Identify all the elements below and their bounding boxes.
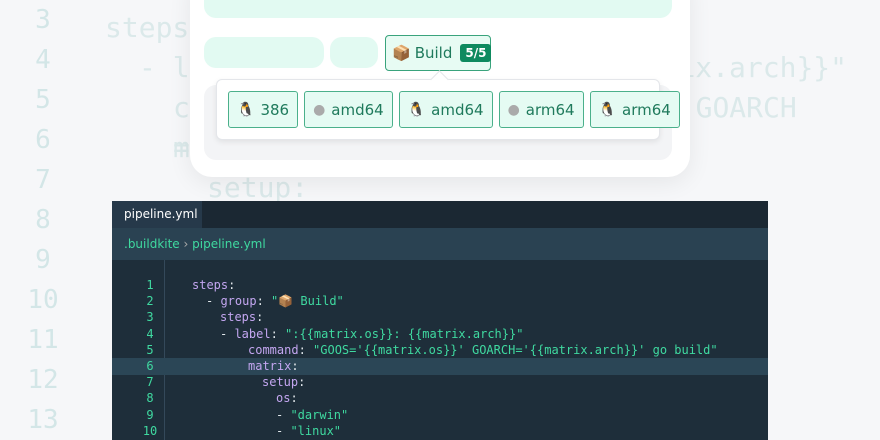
group-label: Build bbox=[414, 44, 453, 62]
matrix-job-darwin-amd64[interactable]: ● amd64 bbox=[304, 91, 393, 128]
line-number: 3 bbox=[146, 310, 154, 325]
code-line: 1 steps: bbox=[112, 277, 768, 294]
bg-line-number: 11 bbox=[27, 325, 59, 355]
yaml-value: "darwin" bbox=[290, 407, 349, 422]
placeholder-step bbox=[204, 37, 324, 68]
code-text: - "darwin" bbox=[276, 407, 349, 422]
code-editor: pipeline.yml .buildkite › pipeline.yml 1… bbox=[112, 201, 768, 440]
line-number: 10 bbox=[142, 423, 158, 438]
job-label: amd64 bbox=[331, 100, 384, 119]
code-text: - "linux" bbox=[276, 423, 342, 438]
code-line: 10 - "linux" bbox=[112, 423, 768, 440]
placeholder-step bbox=[330, 37, 378, 68]
line-number: 1 bbox=[146, 278, 154, 292]
line-number: 4 bbox=[146, 326, 154, 341]
bg-line-number: 8 bbox=[35, 205, 51, 235]
breadcrumb: .buildkite › pipeline.yml bbox=[112, 228, 768, 260]
code-text: setup: bbox=[262, 375, 313, 390]
matrix-job-linux-386[interactable]: 🐧 386 bbox=[228, 91, 299, 128]
code-text: steps: bbox=[220, 310, 271, 325]
line-number: 8 bbox=[146, 391, 154, 406]
bg-line-number: 4 bbox=[35, 45, 51, 75]
code-text: os: bbox=[276, 391, 305, 406]
line-number: 9 bbox=[146, 407, 154, 422]
matrix-job-linux-arm64[interactable]: 🐧 arm64 bbox=[589, 91, 680, 128]
pipeline-card: 📦 Build 5/5 🐧 386 ● amd64 🐧 amd64 ● arm64 🐧 arm64 bbox=[190, 0, 690, 177]
yaml-key: setup bbox=[262, 375, 299, 390]
bg-line-number: 3 bbox=[35, 5, 51, 35]
yaml-value: ":{{matrix.os}}: {{matrix.arch}}" bbox=[285, 326, 524, 341]
matrix-job-darwin-arm64[interactable]: ● arm64 bbox=[498, 91, 584, 128]
job-label: arm64 bbox=[622, 100, 671, 119]
yaml-key: command bbox=[248, 342, 299, 357]
code-line: 6 matrix: bbox=[112, 358, 768, 375]
code-line: 4 - label: ":{{matrix.os}}: {{matrix.arch… bbox=[112, 326, 768, 343]
code-line: 3 steps: bbox=[112, 309, 768, 326]
matrix-job-linux-amd64[interactable]: 🐧 amd64 bbox=[398, 91, 493, 128]
breadcrumb-folder[interactable]: .buildkite bbox=[124, 237, 180, 251]
bg-line-number: 12 bbox=[27, 365, 59, 395]
placeholder-step bbox=[204, 0, 672, 18]
bg-line-number: 10 bbox=[27, 285, 59, 315]
linux-icon: 🐧 bbox=[237, 101, 255, 118]
line-number: 5 bbox=[146, 342, 154, 357]
linux-icon: 🐧 bbox=[598, 101, 617, 118]
code-text: command: "GOOS='{{matrix.os}}' GOARCH='{… bbox=[248, 342, 718, 357]
bg-line-number: 13 bbox=[27, 405, 59, 435]
job-label: arm64 bbox=[525, 100, 575, 119]
line-number: 6 bbox=[146, 359, 154, 373]
yaml-value: "GOOS='{{matrix.os}}' GOARCH='{{matrix.a… bbox=[313, 342, 718, 357]
package-icon: 📦 bbox=[392, 44, 411, 62]
job-label: 386 bbox=[260, 100, 290, 119]
line-number: 7 bbox=[146, 375, 154, 390]
yaml-value: "📦 Build" bbox=[271, 294, 344, 309]
code-line: 8 os: bbox=[112, 390, 768, 407]
yaml-key: os bbox=[276, 391, 291, 406]
bg-line-number: 5 bbox=[35, 85, 51, 115]
bg-line-number: 7 bbox=[35, 165, 51, 195]
yaml-key: matrix bbox=[248, 359, 292, 373]
breadcrumb-separator: › bbox=[179, 237, 193, 251]
yaml-key: group bbox=[220, 294, 257, 309]
job-count-badge: 5/5 bbox=[460, 44, 492, 62]
code-text: - group: "📦 Build" bbox=[206, 294, 344, 309]
build-group-button[interactable]: 📦 Build 5/5 bbox=[385, 35, 492, 71]
bg-line-number: 9 bbox=[35, 245, 51, 275]
breadcrumb-file[interactable]: pipeline.yml bbox=[192, 237, 266, 251]
yaml-key: label bbox=[234, 326, 271, 341]
code-line: 5 command: "GOOS='{{matrix.os}}' GOARCH='… bbox=[112, 342, 768, 359]
apple-icon: ● bbox=[507, 101, 520, 118]
code-line: 7 setup: bbox=[112, 374, 768, 391]
line-number: 2 bbox=[146, 294, 154, 309]
tab-pipeline-yml[interactable]: pipeline.yml bbox=[112, 201, 202, 228]
bg-line-number: 6 bbox=[35, 125, 51, 155]
code-text: steps: bbox=[192, 278, 243, 292]
matrix-jobs-popover: 🐧 386 ● amd64 🐧 amd64 ● arm64 🐧 arm64 bbox=[216, 79, 680, 140]
apple-icon: ● bbox=[313, 101, 326, 118]
yaml-key: steps bbox=[220, 310, 257, 325]
yaml-value: "linux" bbox=[290, 423, 342, 438]
code-text: - label: ":{{matrix.os}}: {{matrix.arch}… bbox=[220, 326, 524, 341]
job-label: amd64 bbox=[431, 100, 484, 119]
linux-icon: 🐧 bbox=[407, 101, 426, 118]
code-text: matrix: bbox=[248, 359, 306, 373]
code-line: 9 - "darwin" bbox=[112, 407, 768, 424]
code-line: 2 - group: "📦 Build" bbox=[112, 293, 768, 310]
yaml-key: steps bbox=[192, 278, 229, 292]
